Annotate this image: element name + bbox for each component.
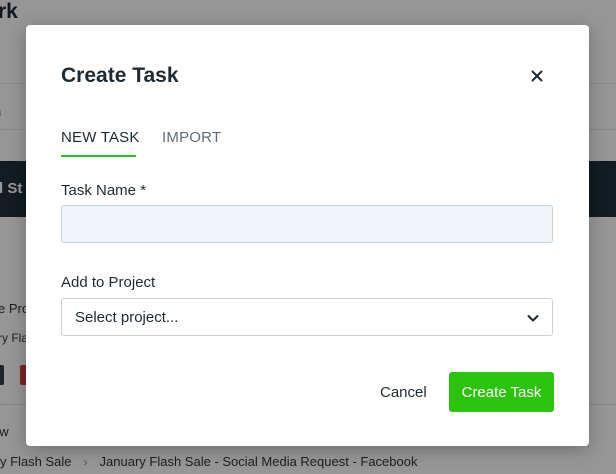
close-button[interactable] xyxy=(528,67,546,85)
task-name-input[interactable] xyxy=(61,205,553,243)
task-name-label: Task Name * xyxy=(61,182,147,199)
tab-new-task[interactable]: NEW TASK xyxy=(61,129,140,146)
project-select[interactable]: Select project... xyxy=(61,298,553,336)
active-tab-indicator xyxy=(61,155,136,157)
dialog-title: Create Task xyxy=(61,64,179,87)
chevron-down-icon xyxy=(527,315,539,322)
tab-import[interactable]: IMPORT xyxy=(162,129,221,146)
create-task-dialog: Create Task NEW TASK IMPORT Task Name * … xyxy=(26,25,589,446)
cancel-button[interactable]: Cancel xyxy=(380,384,427,401)
create-task-button[interactable]: Create Task xyxy=(449,372,554,412)
project-select-value: Select project... xyxy=(75,309,179,326)
add-to-project-label: Add to Project xyxy=(61,274,156,291)
close-icon xyxy=(531,70,543,82)
